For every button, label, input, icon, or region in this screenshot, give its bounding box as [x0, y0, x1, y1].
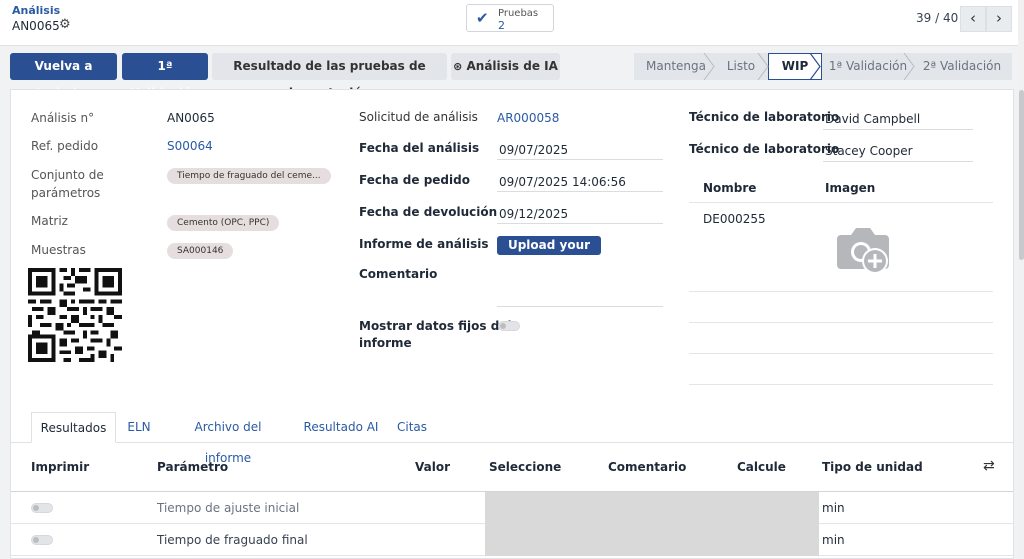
- back-to-work-button[interactable]: Vuelva a trabajar: [10, 53, 117, 100]
- gear-icon[interactable]: ⚙: [59, 17, 71, 32]
- pager-previous-button[interactable]: ‹: [960, 6, 986, 32]
- comment-field[interactable]: [497, 306, 663, 307]
- subtable-row-divider-2: [689, 322, 993, 323]
- qr-code-image: [28, 268, 122, 362]
- tab-eln[interactable]: ELN: [121, 412, 157, 443]
- param-set-label-line1: Conjunto de: [31, 168, 104, 182]
- subtable-row-name[interactable]: DE000255: [703, 212, 766, 226]
- analysis-no-value: AN0065: [167, 111, 215, 125]
- order-ref-label: Ref. pedido: [31, 139, 99, 153]
- technician2-field[interactable]: Stacey Cooper: [825, 144, 913, 158]
- col-calculate[interactable]: Calcule: [737, 460, 786, 474]
- matrix-tag[interactable]: Cemento (OPC, PPC): [167, 215, 280, 231]
- analysis-no-label: Análisis n°: [31, 111, 95, 125]
- table-row[interactable]: Tiempo de ajuste inicial min: [11, 492, 1013, 524]
- print-toggle[interactable]: [31, 503, 53, 513]
- camera-add-icon[interactable]: [831, 223, 895, 277]
- col-comment[interactable]: Comentario: [608, 460, 686, 474]
- param-set-tag[interactable]: Tiempo de fraguado del ceme...: [167, 168, 331, 184]
- fixed-data-label-line1: Mostrar datos fijos del: [359, 319, 512, 333]
- form-sheet: Análisis n° AN0065 Ref. pedido S00064 Co…: [10, 89, 1014, 559]
- openai-icon: ⊛: [453, 60, 463, 73]
- upload-file-button[interactable]: Upload your file: [497, 236, 601, 271]
- chevron-right-icon: ›: [996, 9, 1002, 27]
- row-unit: min: [822, 533, 845, 547]
- row-parameter: Tiempo de ajuste inicial: [157, 501, 300, 515]
- name-column-header: Nombre: [703, 181, 757, 195]
- results-table-header: Imprimir Parámetro Valor Seleccione Come…: [11, 444, 1013, 492]
- request-label: Solicitud de análisis: [359, 110, 478, 124]
- row-parameter: Tiempo de fraguado final: [157, 533, 308, 547]
- samples-label: Muestras: [31, 243, 86, 257]
- col-unit-type[interactable]: Tipo de unidad: [822, 460, 923, 474]
- status-bar: Vuelva a trabajar 1ª Validación Resultad…: [0, 47, 1024, 100]
- subtable-row-divider-4: [689, 384, 993, 385]
- notebook-tabs: Resultados ELN Archivo del informe Resul…: [11, 412, 1013, 465]
- image-column-header: Imagen: [825, 181, 876, 195]
- matrix-label: Matriz: [31, 214, 68, 228]
- col-value[interactable]: Valor: [415, 460, 450, 474]
- pager-next-button[interactable]: ›: [986, 6, 1012, 32]
- breadcrumb-parent-link[interactable]: Análisis: [12, 4, 60, 17]
- analysis-date-field[interactable]: 09/07/2025: [499, 143, 568, 157]
- fixed-data-label-line2: informe: [359, 336, 412, 350]
- tab-citations[interactable]: Citas: [393, 412, 431, 443]
- subtable-row-divider-3: [689, 353, 993, 354]
- stage-arrows: [703, 53, 915, 80]
- tests-count: 2: [498, 19, 505, 32]
- technician1-field[interactable]: David Campbell: [825, 112, 920, 126]
- return-date-field[interactable]: 09/12/2025: [499, 207, 568, 221]
- row-unit: min: [822, 501, 845, 515]
- tests-label: Pruebas: [498, 8, 539, 19]
- pager-value: 39 / 40: [916, 11, 959, 25]
- samples-tag[interactable]: SA000146: [167, 243, 234, 259]
- tests-smart-button[interactable]: ✔ Pruebas 2: [466, 4, 554, 32]
- request-link[interactable]: AR000058: [497, 111, 559, 125]
- ai-analysis-label: Análisis de IA: [466, 59, 558, 73]
- tab-ai-result[interactable]: Resultado AI: [301, 412, 381, 443]
- technician2-label: Técnico de laboratorio: [689, 142, 840, 156]
- subtable-header-divider: [689, 202, 993, 203]
- param-set-label-line2: parámetros: [31, 186, 101, 200]
- analysis-date-label: Fecha del análisis: [359, 141, 480, 155]
- order-date-label: Fecha de pedido: [359, 173, 470, 187]
- column-settings-icon[interactable]: ⇄: [983, 458, 995, 474]
- return-date-label: Fecha de devolución: [359, 205, 498, 219]
- readonly-cells: [485, 492, 819, 524]
- import-test-results-button[interactable]: Resultado de las pruebas de importación: [212, 53, 447, 100]
- technician1-label: Técnico de laboratorio: [689, 110, 840, 124]
- return-date-underline: [497, 223, 663, 224]
- check-icon: ✔: [476, 9, 489, 27]
- breadcrumb-record: AN0065: [12, 19, 60, 33]
- fixed-data-toggle[interactable]: [498, 321, 520, 331]
- order-date-field[interactable]: 09/07/2025 14:06:56: [499, 175, 626, 189]
- scrollbar-thumb[interactable]: [1019, 90, 1024, 260]
- analysis-date-underline: [497, 159, 663, 160]
- col-select[interactable]: Seleccione: [489, 460, 561, 474]
- col-print[interactable]: Imprimir: [31, 460, 89, 474]
- first-validation-button[interactable]: 1ª Validación: [122, 53, 208, 100]
- comment-label: Comentario: [359, 267, 438, 281]
- technician1-underline: [823, 129, 973, 130]
- technician2-underline: [823, 161, 973, 162]
- tab-resultados[interactable]: Resultados: [31, 412, 116, 443]
- ai-analysis-button[interactable]: ⊛ Análisis de IA: [451, 53, 560, 80]
- chevron-left-icon: ‹: [970, 9, 976, 27]
- control-panel: Análisis AN0065 ⚙ ✔ Pruebas 2 39 / 40 ‹ …: [0, 0, 1024, 46]
- print-toggle[interactable]: [31, 535, 53, 545]
- page-scrollbar[interactable]: [1018, 0, 1024, 559]
- readonly-cells: [485, 524, 819, 556]
- order-date-underline: [497, 191, 663, 192]
- col-parameter[interactable]: Parámetro: [157, 460, 228, 474]
- order-ref-link[interactable]: S00064: [167, 139, 213, 153]
- report-label: Informe de análisis: [359, 237, 489, 251]
- subtable-row-divider-1: [689, 291, 993, 292]
- tab-report-file[interactable]: Archivo del informe: [171, 412, 285, 465]
- table-row[interactable]: Tiempo de fraguado final min: [11, 524, 1013, 556]
